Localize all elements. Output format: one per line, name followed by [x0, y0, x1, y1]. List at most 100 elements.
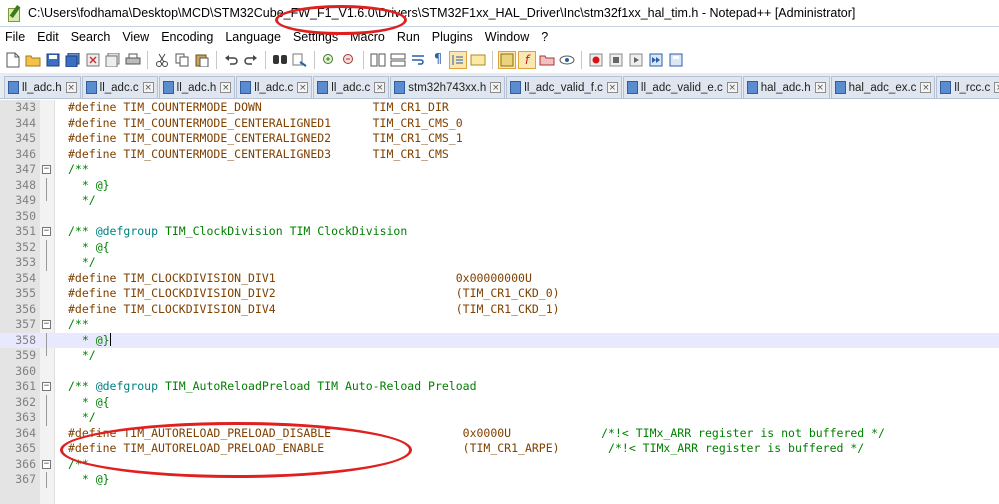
tab-close-icon[interactable]: ×: [297, 82, 309, 93]
code-line[interactable]: 364 #define TIM_AUTORELOAD_PRELOAD_DISABL…: [0, 426, 999, 442]
monitoring-eye-icon[interactable]: [558, 51, 576, 69]
code-line[interactable]: 363 */: [0, 410, 999, 426]
menu-file[interactable]: File: [0, 30, 32, 44]
code-line[interactable]: 345 #define TIM_COUNTERMODE_CENTERALIGNED…: [0, 131, 999, 147]
menu-run[interactable]: Run: [392, 30, 427, 44]
code-line[interactable]: 344 #define TIM_COUNTERMODE_CENTERALIGNED…: [0, 116, 999, 132]
save-icon[interactable]: [44, 51, 62, 69]
line-number: 358: [15, 332, 36, 347]
folder-as-workspace-icon[interactable]: [538, 51, 556, 69]
word-wrap-icon[interactable]: [409, 51, 427, 69]
new-file-icon[interactable]: [4, 51, 22, 69]
fold-toggle-icon[interactable]: −: [42, 320, 51, 329]
fold-toggle-icon[interactable]: −: [42, 165, 51, 174]
stop-recording-icon[interactable]: [607, 51, 625, 69]
tab-close-icon[interactable]: ×: [726, 82, 738, 93]
code-line[interactable]: 351− /** @defgroup TIM_ClockDivision TIM …: [0, 224, 999, 240]
code-line[interactable]: 347− /**: [0, 162, 999, 178]
redo-icon[interactable]: [242, 51, 260, 69]
sync-horizontal-scroll-icon[interactable]: [389, 51, 407, 69]
tab-label: hal_adc_ex.c: [848, 81, 917, 94]
document-tab[interactable]: ll_adc.c ×: [313, 76, 390, 98]
document-tab[interactable]: ll_rcc.c×: [936, 76, 999, 98]
menu-view[interactable]: View: [117, 30, 156, 44]
save-all-icon[interactable]: [64, 51, 82, 69]
document-tab[interactable]: hal_adc.h ×: [742, 76, 830, 98]
zoom-out-icon[interactable]: [340, 51, 358, 69]
user-defined-language-icon[interactable]: [469, 51, 487, 69]
fold-toggle-icon[interactable]: −: [42, 459, 51, 469]
fold-toggle-icon[interactable]: −: [42, 227, 51, 236]
code-line[interactable]: 343 #define TIM_COUNTERMODE_DOWN TIM_CR1_…: [0, 100, 999, 116]
menu-plugins[interactable]: Plugins: [427, 30, 480, 44]
run-macro-multiple-icon[interactable]: [647, 51, 665, 69]
tab-close-icon[interactable]: ×: [994, 82, 999, 93]
tab-close-icon[interactable]: ×: [142, 82, 154, 93]
code-line[interactable]: 348 * @}: [0, 177, 999, 193]
code-line[interactable]: 358 * @}: [0, 332, 999, 348]
tab-close-icon[interactable]: ×: [814, 82, 826, 93]
menu-search[interactable]: Search: [66, 30, 118, 44]
code-line[interactable]: 359 */: [0, 348, 999, 364]
code-line[interactable]: 360: [0, 364, 999, 380]
code-line[interactable]: 354 #define TIM_CLOCKDIVISION_DIV1 0x0000…: [0, 271, 999, 287]
find-icon[interactable]: [271, 51, 289, 69]
document-tab[interactable]: stm32h743xx.h ×: [390, 76, 506, 98]
code-line[interactable]: 365 #define TIM_AUTORELOAD_PRELOAD_ENABLE…: [0, 441, 999, 457]
menu-edit[interactable]: Edit: [32, 30, 66, 44]
code-line[interactable]: 350: [0, 209, 999, 225]
menu-macro[interactable]: Macro: [345, 30, 392, 44]
menu-window[interactable]: Window: [480, 30, 536, 44]
code-line[interactable]: 352 * @{: [0, 239, 999, 255]
close-file-icon[interactable]: [84, 51, 102, 69]
code-line[interactable]: 367 * @}: [0, 472, 999, 488]
code-line[interactable]: 355 #define TIM_CLOCKDIVISION_DIV2 (TIM_C…: [0, 286, 999, 302]
replace-icon[interactable]: [291, 51, 309, 69]
print-icon[interactable]: [124, 51, 142, 69]
document-tab[interactable]: ll_adc.c ×: [81, 76, 158, 98]
document-tab[interactable]: ll_adc.c ×: [236, 76, 313, 98]
document-tab[interactable]: ll_adc.h ×: [158, 76, 236, 98]
function-list-icon[interactable]: f: [518, 50, 536, 69]
indent-guide-icon[interactable]: [449, 50, 467, 69]
code-line[interactable]: 366− /**: [0, 457, 999, 473]
playback-macro-icon[interactable]: [627, 51, 645, 69]
document-tab[interactable]: hal_adc_ex.c ×: [830, 76, 936, 98]
zoom-in-icon[interactable]: [320, 51, 338, 69]
fold-toggle-icon[interactable]: −: [42, 382, 51, 391]
code-line[interactable]: 356 #define TIM_CLOCKDIVISION_DIV4 (TIM_C…: [0, 302, 999, 318]
open-file-icon[interactable]: [24, 51, 42, 69]
tab-close-icon[interactable]: ×: [65, 82, 77, 93]
tab-close-icon[interactable]: ×: [606, 82, 618, 93]
cut-icon[interactable]: [153, 51, 171, 69]
document-tab[interactable]: ll_adc.h ×: [4, 76, 81, 98]
code-line[interactable]: 346 #define TIM_COUNTERMODE_CENTERALIGNED…: [0, 147, 999, 163]
undo-icon[interactable]: [222, 51, 240, 69]
copy-icon[interactable]: [173, 51, 191, 69]
code-line[interactable]: 357− /**: [0, 317, 999, 333]
code-editor[interactable]: 343 #define TIM_COUNTERMODE_DOWN TIM_CR1_…: [0, 5, 999, 504]
tab-close-icon[interactable]: ×: [374, 82, 386, 93]
paste-icon[interactable]: [193, 51, 211, 69]
show-all-characters-icon[interactable]: ¶: [429, 51, 447, 69]
line-number: 349: [15, 193, 36, 207]
code-line[interactable]: 362 * @{: [0, 394, 999, 410]
save-macro-icon[interactable]: [667, 51, 685, 69]
menu-encoding[interactable]: Encoding: [156, 30, 220, 44]
code-text: #define TIM_AUTORELOAD_PRELOAD_DISABLE 0…: [68, 426, 885, 442]
record-macro-icon[interactable]: [587, 51, 605, 69]
tab-close-icon[interactable]: ×: [920, 82, 932, 93]
menu-language[interactable]: Language: [220, 30, 288, 44]
code-line[interactable]: 361− /** @defgroup TIM_AutoReloadPreload …: [0, 379, 999, 395]
document-tab[interactable]: ll_adc_valid_f.c ×: [506, 76, 622, 98]
code-line[interactable]: 349 */: [0, 193, 999, 209]
menu-settings[interactable]: Settings: [288, 30, 345, 44]
sync-vertical-scroll-icon[interactable]: [369, 51, 387, 69]
close-all-icon[interactable]: [104, 51, 122, 69]
tab-close-icon[interactable]: ×: [220, 82, 232, 93]
tab-close-icon[interactable]: ×: [490, 82, 502, 93]
document-map-icon[interactable]: [498, 50, 516, 69]
menu-help[interactable]: ?: [536, 30, 555, 44]
document-tab[interactable]: ll_adc_valid_e.c ×: [622, 76, 742, 98]
code-line[interactable]: 353 */: [0, 255, 999, 271]
